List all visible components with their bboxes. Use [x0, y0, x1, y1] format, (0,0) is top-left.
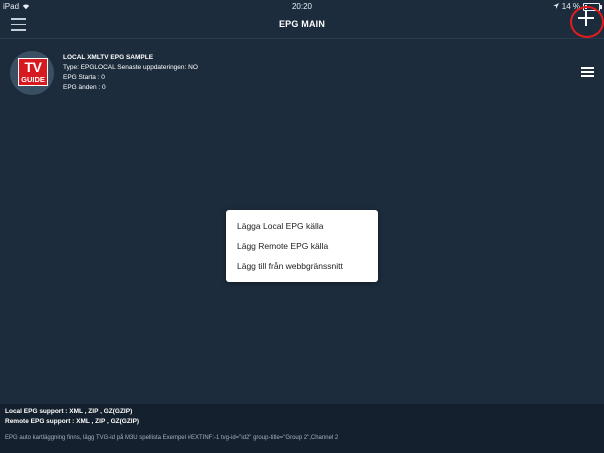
row-menu-icon[interactable]: [581, 67, 594, 77]
location-icon: [552, 3, 559, 9]
logo-guide-text: GUIDE: [18, 74, 48, 86]
remote-support-text: Remote EPG support : XML , ZIP , GZ(GZIP…: [5, 417, 140, 425]
local-support-text: Local EPG support : XML , ZIP , GZ(GZIP): [5, 408, 133, 415]
epg-source-title: LOCAL XMLTV EPG SAMPLE: [63, 54, 154, 61]
epg-source-details: LOCAL XMLTV EPG SAMPLE Type: EPGLOCAL Se…: [63, 53, 198, 93]
add-local-epg-option[interactable]: Lägga Local EPG källa: [237, 221, 323, 231]
add-from-web-option[interactable]: Lägg till från webbgränssnitt: [237, 261, 343, 271]
support-info: Local EPG support : XML , ZIP , GZ(GZIP)…: [5, 407, 139, 426]
status-bar: iPad 20:20 14 %: [0, 0, 604, 13]
epg-source-type: Type: EPGLOCAL Senaste uppdateringen: NO: [63, 64, 198, 71]
tv-guide-logo: TV GUIDE: [10, 51, 54, 95]
status-time: 20:20: [291, 2, 313, 11]
footer-info: Local EPG support : XML , ZIP , GZ(GZIP)…: [0, 404, 604, 453]
page-title: EPG MAIN: [278, 19, 326, 29]
auto-mapping-note: EPG auto kartläggning finns, lägg TVG-id…: [5, 435, 339, 441]
epg-source-item[interactable]: TV GUIDE LOCAL XMLTV EPG SAMPLE Type: EP…: [0, 46, 604, 98]
add-remote-epg-option[interactable]: Lägg Remote EPG källa: [237, 241, 328, 251]
epg-source-start: EPG Starta : 0: [63, 74, 105, 81]
nav-bar: EPG MAIN: [0, 13, 604, 39]
add-source-popup: Lägga Local EPG källa Lägg Remote EPG kä…: [226, 210, 378, 282]
add-epg-button[interactable]: [575, 7, 597, 29]
epg-source-end: EPG änden : 0: [63, 84, 106, 91]
